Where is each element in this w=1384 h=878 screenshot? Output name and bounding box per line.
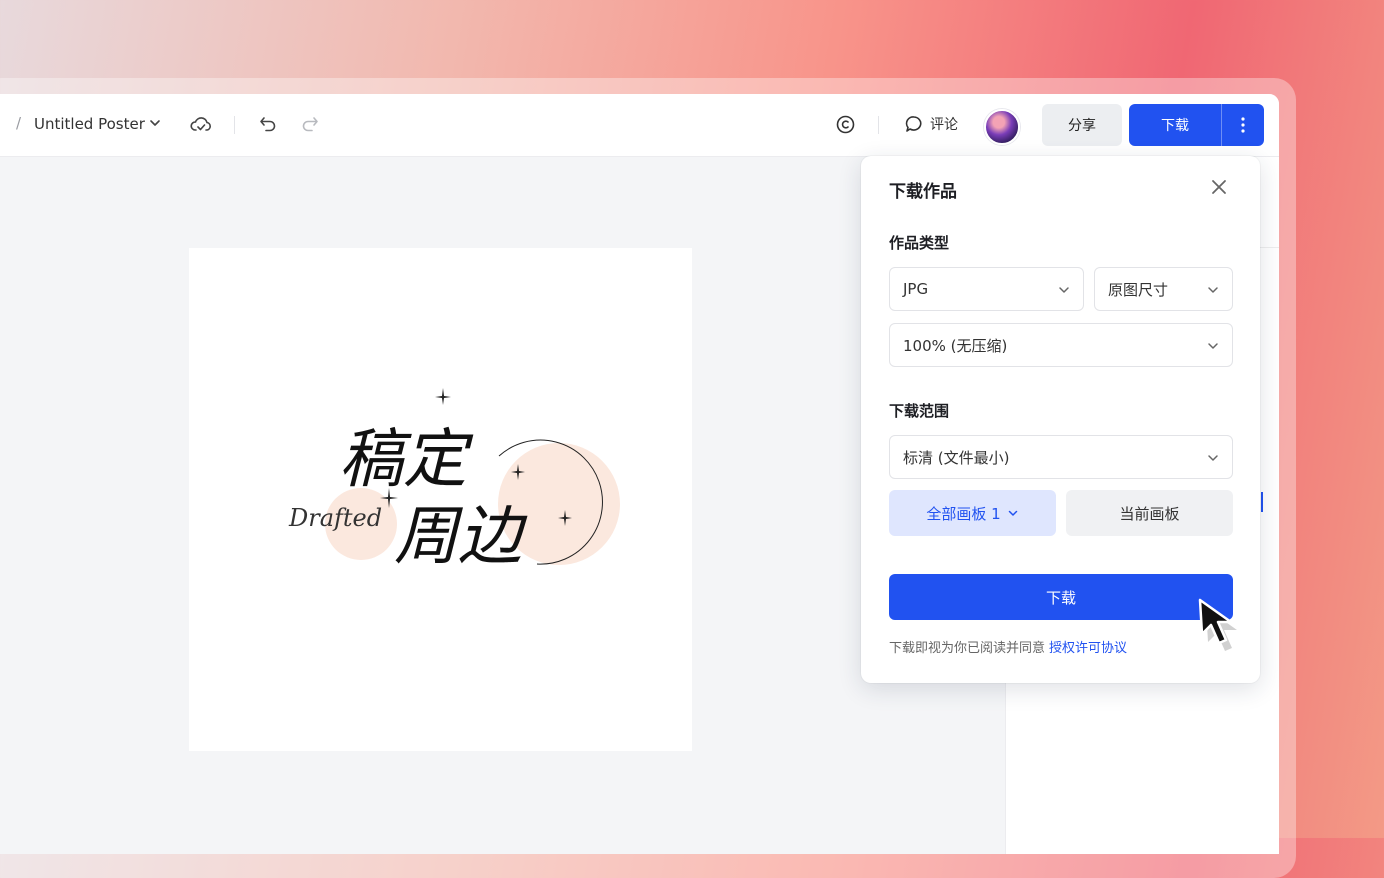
format-select[interactable]: JPG: [889, 267, 1084, 311]
more-options-icon[interactable]: [1221, 104, 1264, 146]
range-section-label: 下载范围: [889, 402, 950, 420]
license-link[interactable]: 授权许可协议: [1049, 641, 1127, 656]
undo-icon[interactable]: [258, 114, 278, 134]
size-select[interactable]: 原图尺寸: [1094, 267, 1233, 311]
current-board-button[interactable]: 当前画板: [1066, 490, 1233, 536]
top-toolbar: . / Untitled Poster 评论 分享 下载: [0, 94, 1279, 157]
chevron-down-icon: [1208, 455, 1218, 461]
toolbar-divider: [878, 116, 879, 134]
share-button[interactable]: 分享: [1042, 104, 1122, 146]
copyright-icon[interactable]: [835, 114, 856, 135]
mouse-pointer-icon: [1196, 596, 1246, 658]
agree-text: 下载即视为你已阅读并同意: [889, 641, 1046, 656]
format-value: JPG: [903, 280, 929, 298]
headline-line2: 周边: [394, 500, 528, 574]
cloud-sync-icon[interactable]: [190, 114, 212, 136]
chevron-down-icon: [1059, 287, 1069, 293]
document-title[interactable]: Untitled Poster: [34, 115, 145, 133]
all-boards-label: 全部画板 1: [926, 504, 1001, 523]
user-avatar[interactable]: [984, 109, 1020, 145]
license-agreement-text: 下载即视为你已阅读并同意 授权许可协议: [889, 637, 1127, 656]
download-button[interactable]: 下载: [1129, 104, 1221, 146]
breadcrumb-separator: /: [16, 114, 22, 132]
toolbar-divider: [234, 116, 235, 134]
all-boards-button[interactable]: 全部画板 1: [889, 490, 1056, 536]
quality-value: 100% (无压缩): [903, 336, 1008, 355]
resolution-value: 标清 (文件最小): [903, 448, 1010, 467]
chevron-down-icon: [1208, 343, 1218, 349]
comment-button[interactable]: 评论: [904, 114, 958, 134]
size-value: 原图尺寸: [1108, 280, 1169, 299]
script-word: Drafted: [288, 504, 382, 532]
poster-canvas[interactable]: 稿定 周边 Drafted: [189, 248, 692, 751]
title-chevron-down-icon[interactable]: [148, 116, 162, 130]
panel-title: 下载作品: [889, 182, 957, 202]
quality-select[interactable]: 100% (无压缩): [889, 323, 1233, 367]
confirm-download-button[interactable]: 下载: [889, 574, 1233, 620]
redo-icon[interactable]: [300, 114, 320, 134]
resolution-select[interactable]: 标清 (文件最小): [889, 435, 1233, 479]
headline-line1: 稿定: [339, 423, 474, 497]
comment-label: 评论: [930, 117, 958, 133]
comment-bubble-icon: [905, 116, 922, 132]
poster-artwork: 稿定 周边 Drafted: [288, 388, 620, 574]
type-section-label: 作品类型: [889, 234, 950, 252]
close-icon[interactable]: [1210, 178, 1228, 196]
chevron-down-icon: [1008, 510, 1017, 516]
chevron-down-icon: [1208, 287, 1218, 293]
panel-indicator: [1261, 492, 1263, 512]
